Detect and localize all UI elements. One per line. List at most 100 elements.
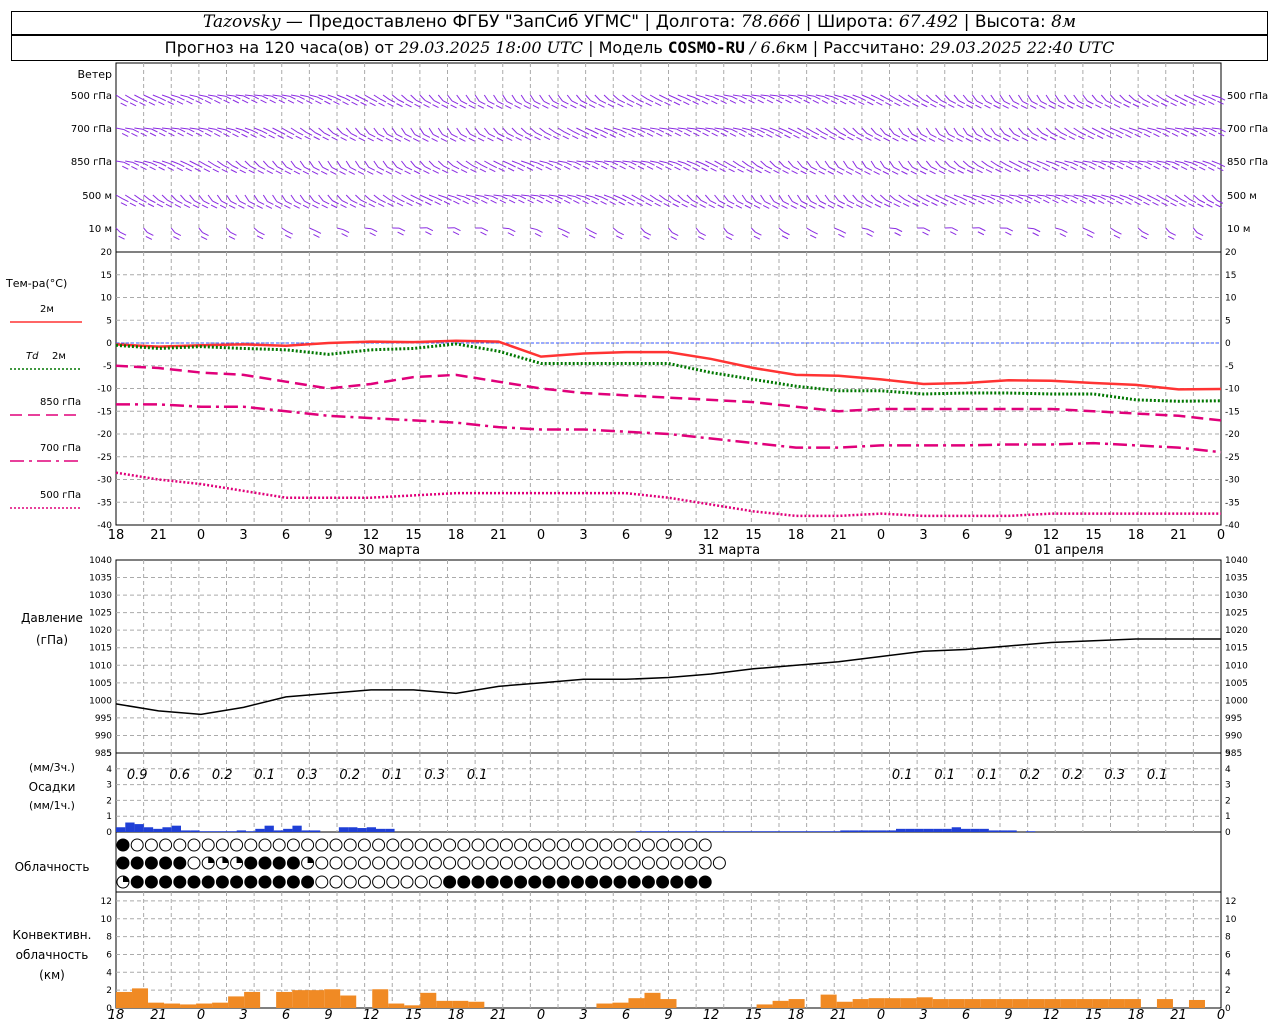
pressure-axis-tick: 1000: [1225, 696, 1248, 706]
wind-barb-flag: [537, 162, 544, 167]
wind-barb-staff: [870, 160, 876, 168]
wind-barb-flag: [866, 133, 874, 137]
wind-barb-staff: [723, 160, 731, 166]
wind-barb-flag: [359, 133, 367, 138]
wind-barb-flag: [664, 101, 671, 106]
wind-barb-staff: [456, 194, 465, 198]
wind-barb-flag: [415, 166, 422, 171]
precip-bar: [868, 830, 878, 832]
precip-bar: [181, 830, 191, 832]
wind-barb-flag: [1207, 101, 1215, 105]
conv-bar: [132, 988, 149, 1008]
wind-barb-flag: [413, 170, 421, 175]
cloud-cover-symbol: [187, 875, 201, 889]
wind-barb-staff: [852, 94, 860, 99]
wind-barb-flag: [459, 137, 466, 142]
wind-barb-flag: [535, 166, 543, 171]
wind-barb-staff: [769, 160, 776, 167]
wind-barb: [539, 94, 551, 109]
wind-barb-flag: [250, 165, 257, 170]
conv-bar: [852, 999, 869, 1008]
conv-bar: [452, 1000, 469, 1008]
wind-barb: [741, 160, 755, 173]
wind-barb-staff: [428, 94, 435, 101]
wind-barb-flag: [1067, 104, 1074, 109]
wind-barb-flag: [711, 163, 719, 168]
wind-barb-staff: [1202, 94, 1210, 99]
wind-barb: [585, 227, 597, 239]
wind-barb-flag: [442, 100, 450, 105]
wind-barb-flag: [275, 170, 283, 175]
wind-barb-flag: [406, 99, 414, 104]
wind-barb-flag: [403, 137, 411, 142]
wind-barb: [281, 227, 293, 239]
wind-barb-flag: [534, 100, 541, 105]
wind-barb-staff: [207, 127, 216, 130]
wind-barb-flag: [868, 97, 876, 102]
wind-barb: [244, 194, 256, 209]
wind-barb-staff: [1137, 94, 1145, 101]
wind-barb-flag: [708, 204, 715, 209]
wind-barb: [447, 127, 458, 142]
wind-barb-flag: [1044, 195, 1051, 200]
wind-barb-staff: [502, 127, 509, 134]
wind-barb-flag: [471, 164, 479, 169]
conv-bar: [404, 1005, 421, 1008]
wind-barb-staff: [1092, 160, 1100, 163]
wind-barb-staff: [760, 127, 768, 131]
wind-barb-flag: [321, 204, 328, 209]
hour-tick-label-bottom: 15: [405, 1008, 422, 1023]
wind-barb: [226, 160, 239, 174]
wind-barb: [742, 127, 756, 138]
precip-3h-amount: 0.2: [212, 768, 233, 783]
wind-barb: [143, 94, 157, 106]
wind-barb: [695, 227, 706, 241]
wind-barb: [603, 160, 619, 170]
cloud-cover-quarter: [236, 857, 243, 863]
wind-barb-staff: [1193, 94, 1201, 99]
wind-barb-flag: [131, 132, 138, 137]
wind-barb-flag: [1134, 99, 1141, 104]
wind-barb: [401, 160, 413, 175]
wind-barb-staff: [171, 160, 179, 165]
wind-barb: [539, 127, 552, 141]
wind-barb: [1082, 227, 1095, 238]
wind-barb-staff: [1101, 160, 1110, 163]
wind-barb-staff: [134, 160, 143, 164]
wind-barb-staff: [253, 194, 259, 202]
wind-barb: [198, 94, 213, 104]
wind-barb-flag: [434, 165, 441, 170]
wind-barb-staff: [1165, 160, 1174, 163]
hour-tick-label-bottom: 3: [579, 1008, 587, 1023]
hour-tick-label: 3: [919, 528, 927, 543]
wind-barb-flag: [921, 103, 928, 108]
wind-barb-staff: [879, 194, 887, 201]
wind-barb: [419, 227, 434, 236]
wind-barb-staff: [704, 194, 711, 202]
wind-barb-staff: [124, 94, 132, 100]
wind-barb-staff: [1211, 160, 1219, 165]
cloud-cover-symbol: [443, 856, 457, 870]
wind-barb-flag: [666, 128, 674, 133]
wind-barb-staff: [143, 194, 150, 201]
wind-barb-staff: [806, 94, 815, 97]
wind-barb-flag: [526, 132, 533, 137]
hour-tick-label: 15: [745, 528, 762, 543]
wind-barb-flag: [1032, 232, 1039, 237]
wind-barb: [428, 94, 441, 109]
wind-barb-flag: [1023, 133, 1030, 138]
wind-barb-flag: [480, 231, 487, 236]
wind-barb-flag: [726, 204, 733, 209]
wind-barb: [650, 127, 665, 137]
wind-barb-flag: [601, 196, 609, 201]
wind-barb-flag: [1200, 162, 1207, 167]
wind-barb-flag: [812, 99, 820, 104]
wind-barb-staff: [566, 94, 573, 102]
wind-barb-staff: [465, 127, 471, 135]
wind-barb: [1091, 194, 1106, 205]
wind-barb-flag: [342, 229, 350, 233]
pressure-axis-tick: 1005: [1225, 679, 1248, 689]
wind-barb-staff: [1045, 94, 1051, 102]
wind-barb: [677, 127, 692, 137]
precip-bar: [766, 831, 776, 832]
